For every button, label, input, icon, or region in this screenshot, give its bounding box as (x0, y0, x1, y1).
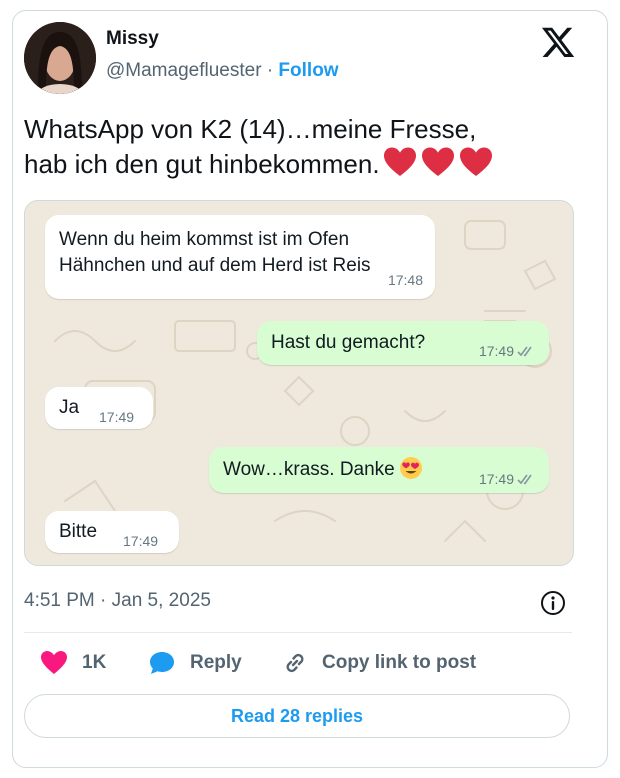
read-replies-button[interactable]: Read 28 replies (24, 694, 570, 738)
reply-label: Reply (190, 652, 242, 673)
reply-bubble-icon (150, 652, 174, 674)
message-time: 17:49 (478, 471, 514, 487)
message-time: 17:49 (99, 409, 135, 425)
message-time-row: 17:49 (479, 466, 535, 492)
copy-link-label: Copy link to post (322, 652, 477, 673)
message-text: Ja (59, 397, 80, 418)
divider (24, 632, 572, 633)
double-check-icon (517, 474, 532, 485)
reply-button[interactable]: Reply (148, 650, 242, 676)
message-time: 17:49 (123, 533, 159, 549)
red-heart-icon (383, 147, 416, 176)
chat-message-outgoing[interactable]: Hast du gemacht? 17:49 (257, 321, 549, 365)
separator-dot: · (266, 60, 274, 81)
tweet-text: WhatsApp von K2 (14)…meine Fresse, hab i… (24, 112, 580, 181)
message-text: Hast du gemacht? (271, 332, 426, 353)
chat-message-incoming[interactable]: Ja 17:49 (45, 387, 153, 429)
chat-message-incoming[interactable]: Wenn du heim kommst ist im Ofen Hähnchen… (45, 215, 435, 299)
message-text: Bitte (59, 521, 98, 542)
info-icon[interactable] (540, 590, 566, 616)
link-icon (286, 653, 304, 673)
message-time: 17:48 (387, 272, 423, 288)
red-heart-icon (421, 147, 454, 176)
whatsapp-screenshot[interactable]: Wenn du heim kommst ist im Ofen Hähnchen… (24, 200, 574, 566)
avatar[interactable] (24, 22, 96, 94)
message-time-row: 17:49 (479, 338, 535, 364)
like-button[interactable]: 1K (40, 650, 106, 676)
action-bar: 1K Reply Copy link to post (24, 650, 584, 680)
heart-eyes-emoji (399, 457, 422, 479)
message-text: Wow…krass. Danke (223, 459, 395, 480)
message-text: Wenn du heim kommst ist im Ofen Hähnchen… (59, 229, 371, 276)
chat-message-outgoing[interactable]: Wow…krass. Danke 17:49 (209, 447, 549, 493)
x-logo-icon[interactable] (540, 24, 576, 60)
author-handle-row: @Mamagefluester · Follow (106, 60, 339, 82)
like-heart-icon (41, 651, 67, 674)
double-check-icon (517, 346, 532, 357)
like-count: 1K (82, 652, 107, 673)
author-handle[interactable]: @Mamagefluester (106, 60, 262, 81)
chat-message-incoming[interactable]: Bitte 17:49 (45, 511, 179, 553)
author-name[interactable]: Missy (106, 28, 159, 50)
follow-button[interactable]: Follow (278, 60, 338, 81)
message-text-row: Wow…krass. Danke (223, 456, 423, 483)
heart-emojis (380, 147, 494, 179)
red-heart-icon (459, 147, 492, 176)
tweet-timestamp[interactable]: 4:51 PM · Jan 5, 2025 (24, 590, 211, 612)
message-time: 17:49 (478, 343, 514, 359)
copy-link-button[interactable]: Copy link to post (282, 650, 476, 676)
